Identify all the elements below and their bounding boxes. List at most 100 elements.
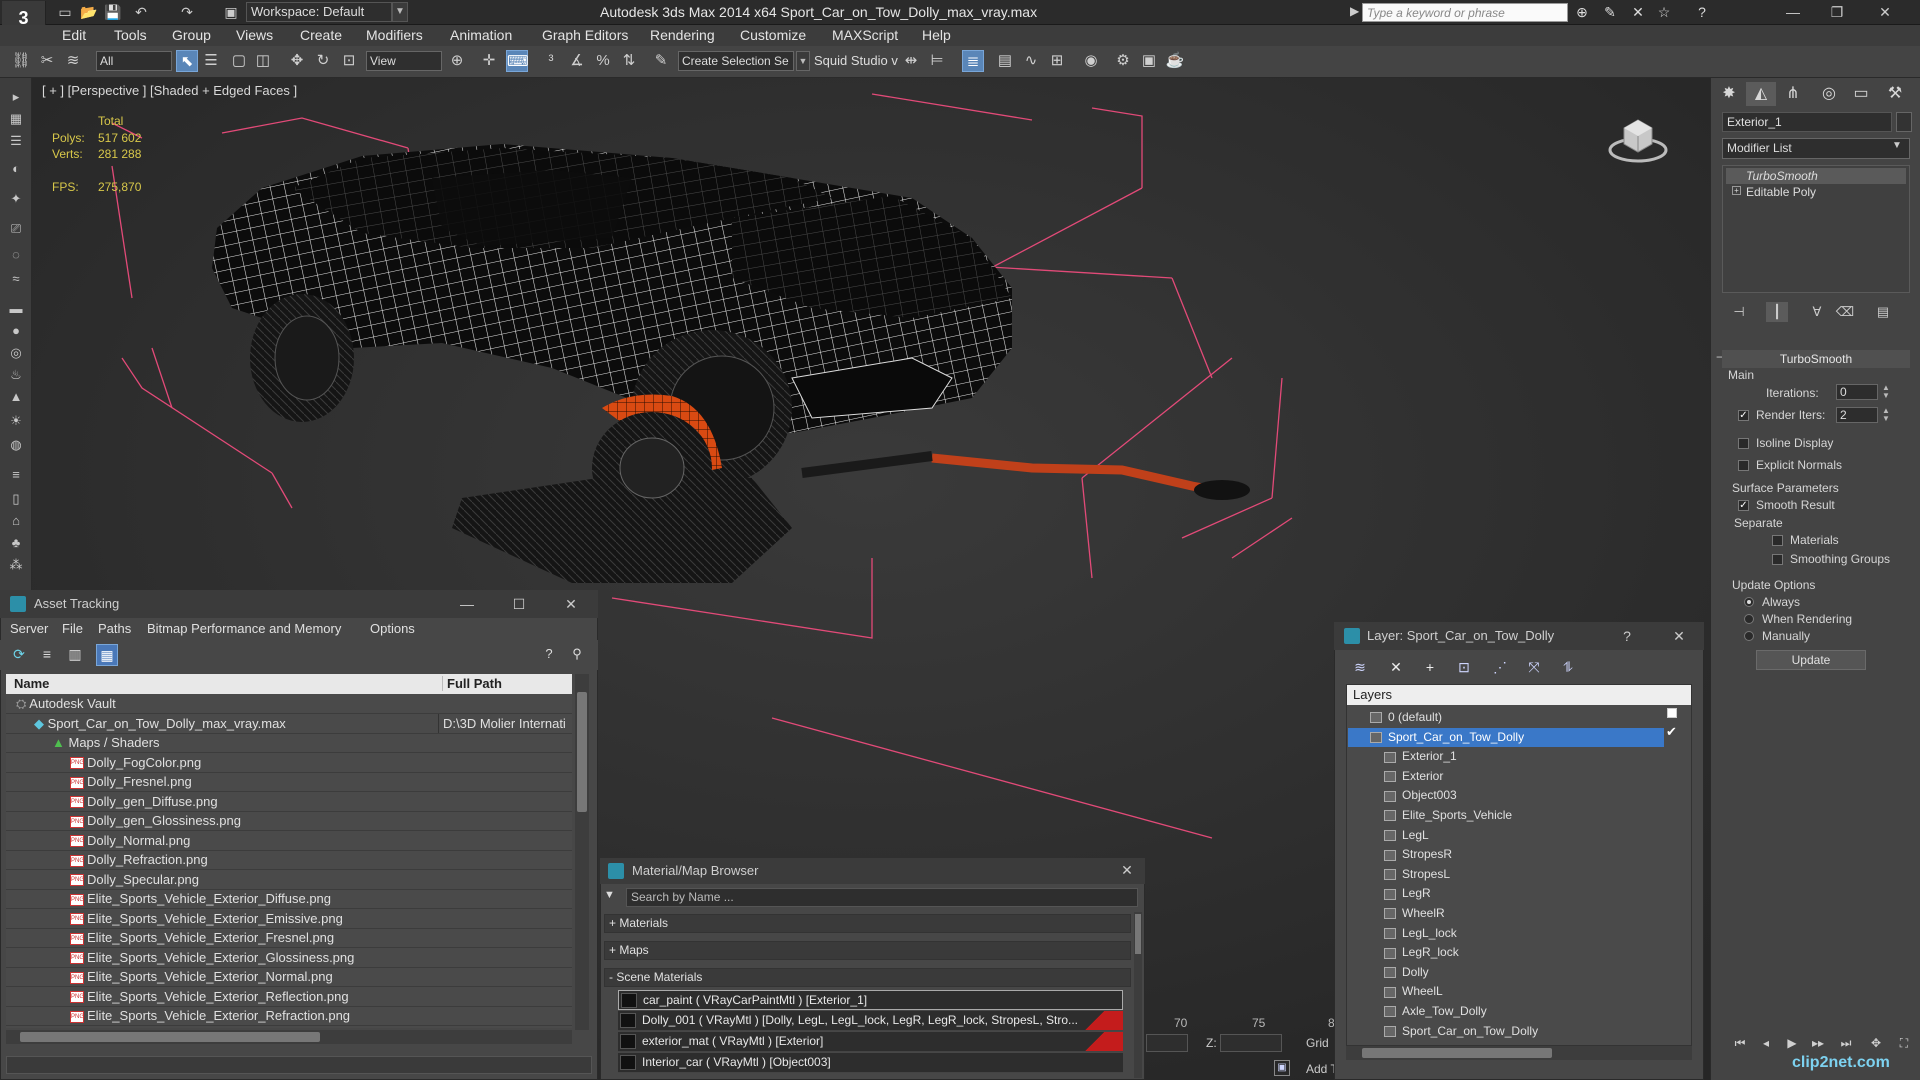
- column-name-header[interactable]: Name: [14, 676, 49, 691]
- asset-row[interactable]: PNG Elite_Sports_Vehicle_Exterior_Emissiv…: [6, 909, 572, 929]
- asset-row[interactable]: PNG Elite_Sports_Vehicle_Exterior_Fresnel…: [6, 928, 572, 948]
- group-maps[interactable]: + Maps: [604, 941, 1131, 960]
- close-icon[interactable]: ✕: [1664, 626, 1694, 646]
- curve-editor-icon[interactable]: ∿: [1020, 50, 1042, 72]
- material-scrollbar[interactable]: [1134, 912, 1142, 1078]
- layer-row[interactable]: Sport_Car_on_Tow_Dolly: [1348, 727, 1664, 747]
- menu-maxscript[interactable]: MAXScript: [832, 27, 898, 43]
- layer-row[interactable]: StropesR: [1348, 845, 1664, 864]
- layer-row[interactable]: Axle_Tow_Dolly: [1348, 1002, 1664, 1021]
- asset-row[interactable]: PNG Dolly_Refraction.png: [6, 850, 572, 870]
- align-icon[interactable]: ⊨: [926, 50, 948, 72]
- refresh-icon[interactable]: ⟳: [10, 646, 28, 664]
- open-file-icon[interactable]: 📂: [80, 3, 98, 21]
- named-selection-dropdown[interactable]: Create Selection Se: [678, 51, 794, 71]
- chevron-down-icon[interactable]: ▼: [796, 51, 810, 71]
- help-icon[interactable]: ?: [540, 646, 558, 664]
- asset-row[interactable]: PNG Dolly_Normal.png: [6, 831, 572, 851]
- turbosmooth-rollout-title[interactable]: TurboSmooth: [1722, 350, 1910, 368]
- remove-modifier-icon[interactable]: ⌫: [1834, 302, 1856, 322]
- go-to-end-icon[interactable]: ⏭: [1836, 1034, 1856, 1052]
- help-icon[interactable]: ?: [1612, 626, 1642, 646]
- render-iters-spinner[interactable]: 2: [1836, 407, 1878, 423]
- layer-row[interactable]: StropesL: [1348, 865, 1664, 884]
- angle-snap-icon[interactable]: ∡: [566, 50, 588, 72]
- layer-list-header[interactable]: Layers: [1347, 685, 1691, 705]
- asset-row[interactable]: PNG Elite_Sports_Vehicle_Exterior_Glossin…: [6, 948, 572, 968]
- utilities-tab-icon[interactable]: ⚒: [1880, 82, 1910, 106]
- maximize-viewport-icon[interactable]: ⛶: [1894, 1034, 1914, 1052]
- help-context-icon[interactable]: ⚲: [568, 646, 586, 664]
- y-coordinate-field[interactable]: [1146, 1034, 1188, 1052]
- spacewarp-icon[interactable]: ≈: [6, 270, 26, 288]
- scale-icon[interactable]: ⊡: [338, 50, 360, 72]
- percent-snap-icon[interactable]: %: [592, 50, 614, 72]
- move-icon[interactable]: ✥: [286, 50, 308, 72]
- material-row[interactable]: car_paint ( VRayCarPaintMtl ) [Exterior_…: [618, 990, 1123, 1010]
- select-manipulate-icon[interactable]: ✛: [478, 50, 500, 72]
- door-icon[interactable]: ▯: [6, 490, 26, 508]
- cone-icon[interactable]: ▲: [6, 388, 26, 406]
- spinner-arrows-icon[interactable]: ▲ ▼: [1882, 407, 1890, 423]
- menu-modifiers[interactable]: Modifiers: [366, 27, 423, 43]
- search-input[interactable]: Type a keyword or phrase: [1362, 3, 1568, 22]
- select-layer-objects-icon[interactable]: ⋰: [1488, 656, 1512, 678]
- next-frame-icon[interactable]: ▸▸: [1808, 1034, 1828, 1052]
- browser-options-icon[interactable]: ▼: [604, 889, 615, 901]
- layer-row[interactable]: WheelL: [1348, 982, 1664, 1001]
- update-button[interactable]: Update: [1756, 650, 1866, 670]
- snaps-toggle-icon[interactable]: ³: [540, 50, 562, 72]
- rotate-icon[interactable]: ↻: [312, 50, 334, 72]
- chevron-down-icon[interactable]: ▼: [392, 2, 408, 22]
- menu-group[interactable]: Group: [172, 27, 211, 43]
- foliage-icon[interactable]: ♣: [6, 534, 26, 552]
- asset-row[interactable]: PNG Dolly_Fresnel.png: [6, 772, 572, 792]
- go-to-start-icon[interactable]: ⏮: [1730, 1034, 1750, 1052]
- viewcube-icon[interactable]: [1608, 110, 1668, 170]
- spinner-snap-icon[interactable]: ⇅: [618, 50, 640, 72]
- default-layer-visibility-icon[interactable]: [1667, 708, 1677, 718]
- studio-label[interactable]: Squid Studio v: [814, 53, 898, 68]
- pin-stack-icon[interactable]: ⊣: [1728, 302, 1750, 322]
- tools-icon[interactable]: ✕: [1628, 3, 1648, 21]
- create-icon[interactable]: ▸: [6, 88, 26, 106]
- help-icon[interactable]: ?: [1692, 3, 1712, 21]
- layer-settings-icon[interactable]: ≋: [1348, 656, 1372, 678]
- minimize-icon[interactable]: —: [1778, 2, 1808, 22]
- render-production-icon[interactable]: ☕: [1164, 50, 1186, 72]
- modify-tab-icon[interactable]: ◭: [1746, 82, 1776, 106]
- rectangular-selection-icon[interactable]: ▢: [228, 50, 250, 72]
- layer-row[interactable]: WheelR: [1348, 904, 1664, 923]
- stairs-icon[interactable]: ≡: [6, 466, 26, 484]
- helper-icon[interactable]: ◌: [6, 246, 26, 264]
- thumbnail-view-icon[interactable]: ▥: [66, 646, 84, 664]
- unlink-icon[interactable]: ✂: [36, 50, 58, 72]
- material-editor-icon[interactable]: ◉: [1080, 50, 1102, 72]
- layer-row[interactable]: Dolly: [1348, 963, 1664, 982]
- material-row[interactable]: Dolly_001 ( VRayMtl ) [Dolly, LegL, LegL…: [618, 1011, 1123, 1031]
- asset-menu-bitmap-performance[interactable]: Bitmap Performance and Memory: [147, 621, 341, 636]
- geosphere-icon[interactable]: ◍: [6, 436, 26, 454]
- light-icon[interactable]: ✦: [6, 190, 26, 208]
- mirror-icon[interactable]: ⇹: [900, 50, 922, 72]
- save-icon[interactable]: 💾: [104, 3, 122, 21]
- schematic-view-icon[interactable]: ⊞: [1046, 50, 1068, 72]
- make-unique-icon[interactable]: ∀: [1806, 302, 1828, 322]
- asset-menu-options[interactable]: Options: [370, 621, 415, 636]
- menu-animation[interactable]: Animation: [450, 27, 512, 43]
- add-to-layer-icon[interactable]: ⊡: [1452, 656, 1476, 678]
- chevron-down-icon[interactable]: ▼: [1892, 140, 1902, 151]
- layer-row[interactable]: LegL: [1348, 826, 1664, 845]
- close-icon[interactable]: ✕: [1112, 860, 1142, 880]
- update-when-rendering-radio[interactable]: [1744, 614, 1754, 624]
- table-view-icon[interactable]: ▦: [96, 644, 118, 666]
- layer-row[interactable]: Elite_Sports_Vehicle: [1348, 806, 1664, 825]
- bind-space-warp-icon[interactable]: ≋: [62, 50, 84, 72]
- layer-row[interactable]: Sport_Car_on_Tow_Dolly: [1348, 1022, 1664, 1041]
- graphite-toolbar-icon[interactable]: ▤: [994, 50, 1016, 72]
- group-materials[interactable]: + Materials: [604, 914, 1131, 933]
- delete-layer-icon[interactable]: ✕: [1384, 656, 1408, 678]
- spinner-arrows-icon[interactable]: ▲ ▼: [1882, 384, 1890, 400]
- undo-icon[interactable]: ↶: [132, 3, 150, 21]
- box-icon[interactable]: ▦: [6, 110, 26, 128]
